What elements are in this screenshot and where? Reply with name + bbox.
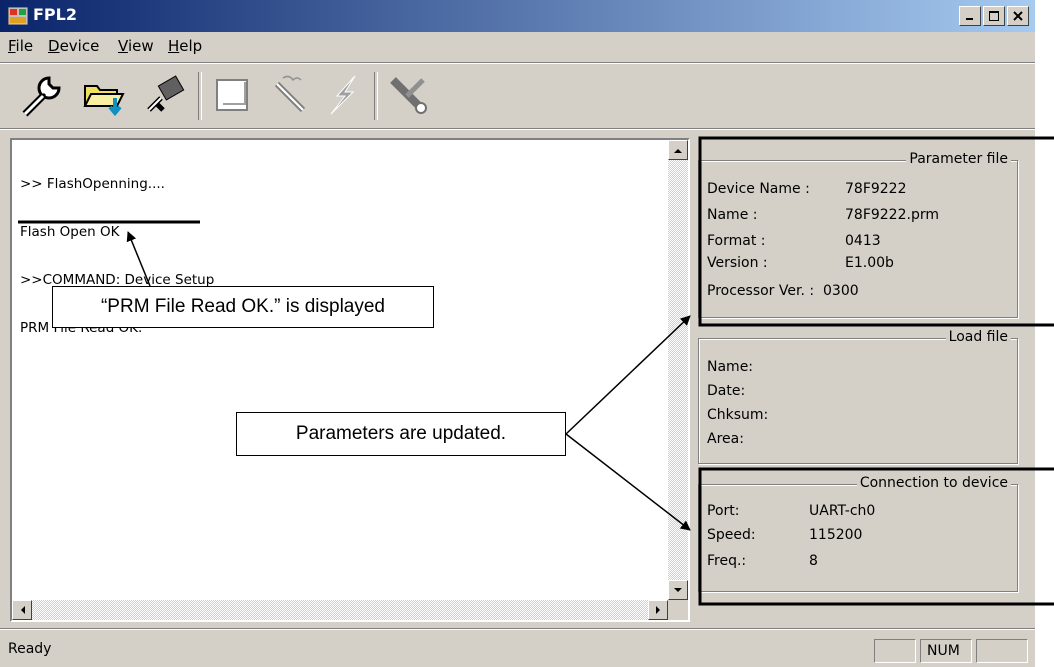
port-label: Port: <box>707 503 740 519</box>
format-label: Format : <box>707 233 766 249</box>
status-panel-num: NUM <box>920 639 972 663</box>
title-bar[interactable]: FPL2 <box>0 0 1035 32</box>
window-title: FPL2 <box>33 5 77 24</box>
maximize-button[interactable] <box>983 6 1005 26</box>
horizontal-scrollbar[interactable] <box>12 600 688 620</box>
arrow-right-icon <box>655 606 660 614</box>
verify-button[interactable] <box>380 66 436 124</box>
menu-help[interactable]: Help <box>168 37 202 55</box>
speed-label: Speed: <box>707 527 756 543</box>
prm-read-callout-text: “PRM File Read OK.” is displayed <box>100 296 386 317</box>
info-pane: Parameter file Device Name : 78F9222 Nam… <box>692 138 1032 622</box>
format-value: 0413 <box>845 233 881 249</box>
processor-ver-label: Processor Ver. : <box>707 283 815 299</box>
status-bar: Ready NUM <box>0 629 1035 667</box>
blank-check-button[interactable] <box>204 66 260 124</box>
blank-page-icon <box>216 79 248 111</box>
vertical-scrollbar[interactable] <box>668 140 688 600</box>
device-name-label: Device Name : <box>707 181 810 197</box>
status-panel-caps <box>874 639 916 663</box>
device-setup-button[interactable] <box>138 66 194 124</box>
menu-file[interactable]: File <box>8 37 33 55</box>
erase-wand-icon <box>274 75 306 113</box>
lightning-program-icon <box>330 75 356 115</box>
prm-name-label: Name : <box>707 207 758 223</box>
menu-view[interactable]: View <box>118 37 154 55</box>
minimize-icon <box>966 18 973 20</box>
parameter-file-title: Parameter file <box>906 151 1011 167</box>
setup-button[interactable] <box>14 66 70 124</box>
chip-setup-icon <box>147 75 185 112</box>
connection-group: Connection to device Port: UART-ch0 Spee… <box>698 475 1018 592</box>
load-chksum-label: Chksum: <box>707 407 769 423</box>
arrow-up-icon <box>674 148 682 153</box>
wrench-icon <box>22 76 61 117</box>
parameter-file-group: Parameter file Device Name : 78F9222 Nam… <box>698 151 1018 318</box>
folder-download-icon <box>83 85 125 117</box>
menu-device[interactable]: Device <box>48 37 99 55</box>
load-name-label: Name: <box>707 359 754 375</box>
log-output: >> FlashOpenning.... Flash Open OK >>COM… <box>20 144 214 368</box>
scroll-up-button[interactable] <box>668 140 688 160</box>
log-line: >> FlashOpenning.... <box>20 176 165 192</box>
freq-label: Freq.: <box>707 553 747 569</box>
port-value: UART-ch0 <box>809 503 876 519</box>
menu-bar: File Device View Help <box>0 32 1035 62</box>
version-value: E1.00b <box>845 255 894 271</box>
toolbar <box>10 66 510 124</box>
arrow-down-icon <box>674 587 682 592</box>
log-line: Flash Open OK <box>20 224 120 240</box>
prm-name-value: 78F9222.prm <box>845 207 939 223</box>
status-text: Ready <box>8 641 52 657</box>
params-updated-callout-text: Parameters are updated. <box>295 423 507 444</box>
app-icon <box>8 7 28 25</box>
prm-read-callout: “PRM File Read OK.” is displayed <box>52 286 434 328</box>
device-name-value: 78F9222 <box>845 181 907 197</box>
program-button[interactable] <box>316 66 372 124</box>
freq-value: 8 <box>809 553 818 569</box>
scroll-down-button[interactable] <box>668 580 688 600</box>
connection-title: Connection to device <box>856 475 1011 491</box>
arrow-left-icon <box>20 606 25 614</box>
minimize-button[interactable] <box>959 6 981 26</box>
load-date-label: Date: <box>707 383 746 399</box>
log-pane[interactable]: >> FlashOpenning.... Flash Open OK >>COM… <box>10 138 690 622</box>
scrollbar-corner <box>668 600 688 620</box>
close-icon <box>1013 11 1023 21</box>
speed-value: 115200 <box>809 527 863 543</box>
fpl2-window: FPL2 File Device View Help >> FlashOpenn… <box>0 0 1035 667</box>
status-panel-scroll <box>976 639 1028 663</box>
erase-button[interactable] <box>262 66 318 124</box>
processor-ver-value: 0300 <box>823 283 859 299</box>
version-label: Version : <box>707 255 768 271</box>
scroll-right-button[interactable] <box>648 600 668 620</box>
close-button[interactable] <box>1007 6 1029 26</box>
scroll-left-button[interactable] <box>12 600 32 620</box>
load-file-group: Load file Name: Date: Chksum: Area: <box>698 329 1018 464</box>
load-file-title: Load file <box>945 329 1011 345</box>
maximize-icon <box>989 11 999 21</box>
open-file-button[interactable] <box>76 66 132 124</box>
load-area-label: Area: <box>707 431 744 447</box>
verify-tools-icon <box>390 77 427 114</box>
params-updated-callout: Parameters are updated. <box>236 412 566 456</box>
